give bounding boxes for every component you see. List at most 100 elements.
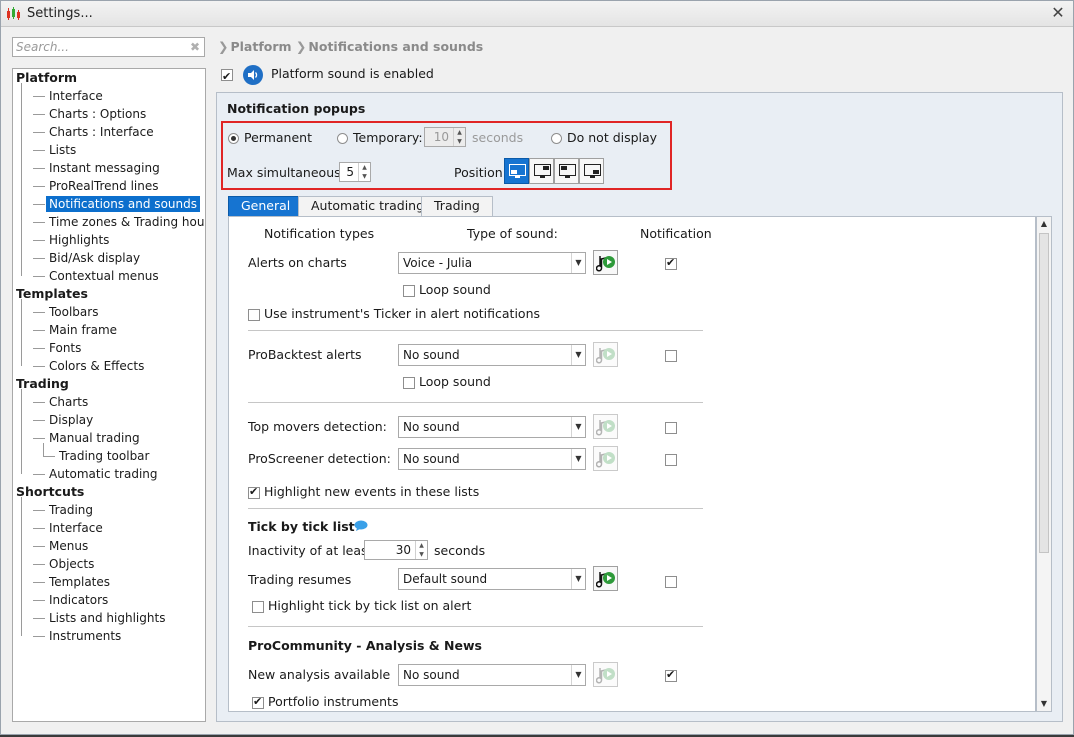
tree-item-interface[interactable]: Interface [33, 519, 103, 537]
alerts-sound-select[interactable]: Voice - Julia ▼ [398, 252, 586, 274]
alerts-notification-checkbox[interactable] [665, 256, 677, 270]
top-movers-sound-select[interactable]: No sound ▼ [398, 416, 586, 438]
tree-item-display[interactable]: Display [33, 411, 93, 429]
proscreener-notification-checkbox[interactable] [665, 453, 677, 466]
tab-general[interactable]: General [228, 196, 304, 216]
tree-item-highlights[interactable]: Highlights [33, 231, 109, 249]
tree-item-instruments[interactable]: Instruments [33, 627, 121, 645]
tree-item-lists-and-highlights[interactable]: Lists and highlights [33, 609, 165, 627]
breadcrumb-platform[interactable]: Platform [230, 39, 291, 54]
alerts-play-button[interactable] [593, 250, 618, 275]
stepper-arrows-icon[interactable]: ▲ ▼ [453, 128, 465, 146]
tree-item-notifications-and-sounds[interactable]: Notifications and sounds [33, 195, 200, 213]
portfolio-option[interactable]: Portfolio instruments [252, 694, 398, 709]
tree-item-manual-trading[interactable]: Manual trading [33, 429, 140, 447]
inactivity-stepper[interactable]: 30 ▲ ▼ [364, 540, 428, 560]
chevron-down-icon[interactable]: ▼ [571, 665, 585, 685]
temporary-option[interactable]: Temporary: [337, 130, 423, 145]
portfolio-checkbox[interactable] [252, 695, 264, 709]
alerts-loop-checkbox[interactable] [403, 284, 415, 297]
tree-item-charts-interface[interactable]: Charts : Interface [33, 123, 154, 141]
ticker-checkbox[interactable] [248, 308, 260, 321]
probacktest-notification-checkbox[interactable] [665, 349, 677, 362]
tree-item-charts-options[interactable]: Charts : Options [33, 105, 146, 123]
temporary-seconds-stepper[interactable]: 10 ▲ ▼ [424, 127, 466, 147]
top-movers-notification-checkbox[interactable] [665, 421, 677, 434]
tree-item-objects[interactable]: Objects [33, 555, 94, 573]
speaker-icon [242, 64, 263, 85]
stepper-arrows-icon[interactable]: ▲ ▼ [358, 163, 370, 181]
new-analysis-sound-select[interactable]: No sound ▼ [398, 664, 586, 686]
probacktest-play-button[interactable] [593, 342, 618, 367]
tree-item-templates[interactable]: Templates [33, 573, 110, 591]
position-top-right-button[interactable] [529, 158, 554, 184]
chevron-down-icon[interactable]: ▼ [571, 569, 585, 589]
trading-resumes-play-button[interactable] [593, 566, 618, 591]
search-input[interactable] [13, 38, 183, 56]
trading-resumes-notification-checkbox[interactable] [665, 575, 677, 588]
close-button[interactable]: ✕ [1049, 4, 1067, 22]
tree-item-trading[interactable]: Trading [33, 501, 93, 519]
new-analysis-notification-checkbox[interactable] [665, 668, 677, 682]
max-simultaneous-stepper[interactable]: 5 ▲ ▼ [339, 162, 371, 182]
tree-item-interface[interactable]: Interface [33, 87, 103, 105]
tree-item-trading-toolbar[interactable]: Trading toolbar [43, 447, 149, 465]
tree-item-label: Lists [49, 143, 77, 157]
highlight-tick-option[interactable]: Highlight tick by tick list on alert [252, 598, 471, 613]
tree-category-platform[interactable]: Platform [16, 69, 77, 87]
tree-item-main-frame[interactable]: Main frame [33, 321, 117, 339]
chevron-down-icon[interactable]: ▼ [571, 449, 585, 469]
highlight-tick-checkbox[interactable] [252, 600, 264, 613]
tree-category-trading[interactable]: Trading [16, 375, 69, 393]
tree-item-time-zones-trading-hours[interactable]: Time zones & Trading hours [33, 213, 205, 231]
permanent-option[interactable]: Permanent [228, 130, 312, 145]
temporary-radio[interactable] [337, 133, 348, 144]
do-not-display-radio[interactable] [551, 133, 562, 144]
tree-item-lists[interactable]: Lists [33, 141, 76, 159]
tree-item-bid-ask-display[interactable]: Bid/Ask display [33, 249, 140, 267]
position-bottom-right-button[interactable] [579, 158, 604, 184]
clear-search-icon[interactable]: ✖ [190, 40, 200, 54]
tree-item-menus[interactable]: Menus [33, 537, 88, 555]
ticker-option[interactable]: Use instrument's Ticker in alert notific… [248, 306, 540, 321]
new-analysis-play-button[interactable] [593, 662, 618, 687]
proscreener-play-button[interactable] [593, 446, 618, 471]
chevron-down-icon[interactable]: ▼ [571, 417, 585, 437]
tree-category-templates[interactable]: Templates [16, 285, 88, 303]
permanent-radio[interactable] [228, 133, 239, 144]
position-bottom-left-button[interactable] [504, 158, 529, 184]
stepper-arrows-icon[interactable]: ▲ ▼ [415, 541, 427, 559]
tab-trading[interactable]: Trading [421, 196, 493, 216]
tree-item-fonts[interactable]: Fonts [33, 339, 81, 357]
alerts-loop-option[interactable]: Loop sound [403, 282, 491, 297]
tree-item-prorealtrend-lines[interactable]: ProRealTrend lines [33, 177, 158, 195]
scrollbar-thumb[interactable] [1039, 233, 1049, 553]
tree-item-toolbars[interactable]: Toolbars [33, 303, 98, 321]
proscreener-sound-select[interactable]: No sound ▼ [398, 448, 586, 470]
position-top-left-button[interactable] [554, 158, 579, 184]
platform-sound-checkbox[interactable] [221, 67, 233, 87]
tab-automatic-trading[interactable]: Automatic trading [298, 196, 438, 216]
probacktest-loop-checkbox[interactable] [403, 376, 415, 389]
highlight-events-option[interactable]: Highlight new events in these lists [248, 484, 479, 499]
tree-item-automatic-trading[interactable]: Automatic trading [33, 465, 158, 483]
chevron-down-icon[interactable]: ▼ [571, 253, 585, 273]
tree-item-instant-messaging[interactable]: Instant messaging [33, 159, 160, 177]
probacktest-loop-option[interactable]: Loop sound [403, 374, 491, 389]
tree-item-charts[interactable]: Charts [33, 393, 88, 411]
tree-item-contextual-menus[interactable]: Contextual menus [33, 267, 159, 285]
vertical-scrollbar[interactable]: ▲ ▼ [1036, 216, 1052, 712]
scroll-down-icon[interactable]: ▼ [1037, 697, 1051, 711]
chevron-down-icon[interactable]: ▼ [571, 345, 585, 365]
top-movers-play-button[interactable] [593, 414, 618, 439]
info-bubble-icon[interactable] [354, 520, 368, 531]
tree-item-colors-effects[interactable]: Colors & Effects [33, 357, 144, 375]
scroll-up-icon[interactable]: ▲ [1037, 217, 1051, 231]
do-not-display-option[interactable]: Do not display [551, 130, 657, 145]
probacktest-sound-select[interactable]: No sound ▼ [398, 344, 586, 366]
tree-item-indicators[interactable]: Indicators [33, 591, 108, 609]
tree-category-shortcuts[interactable]: Shortcuts [16, 483, 84, 501]
trading-resumes-sound-select[interactable]: Default sound ▼ [398, 568, 586, 590]
highlight-events-checkbox[interactable] [248, 485, 260, 499]
new-analysis-label: New analysis available [248, 667, 391, 682]
